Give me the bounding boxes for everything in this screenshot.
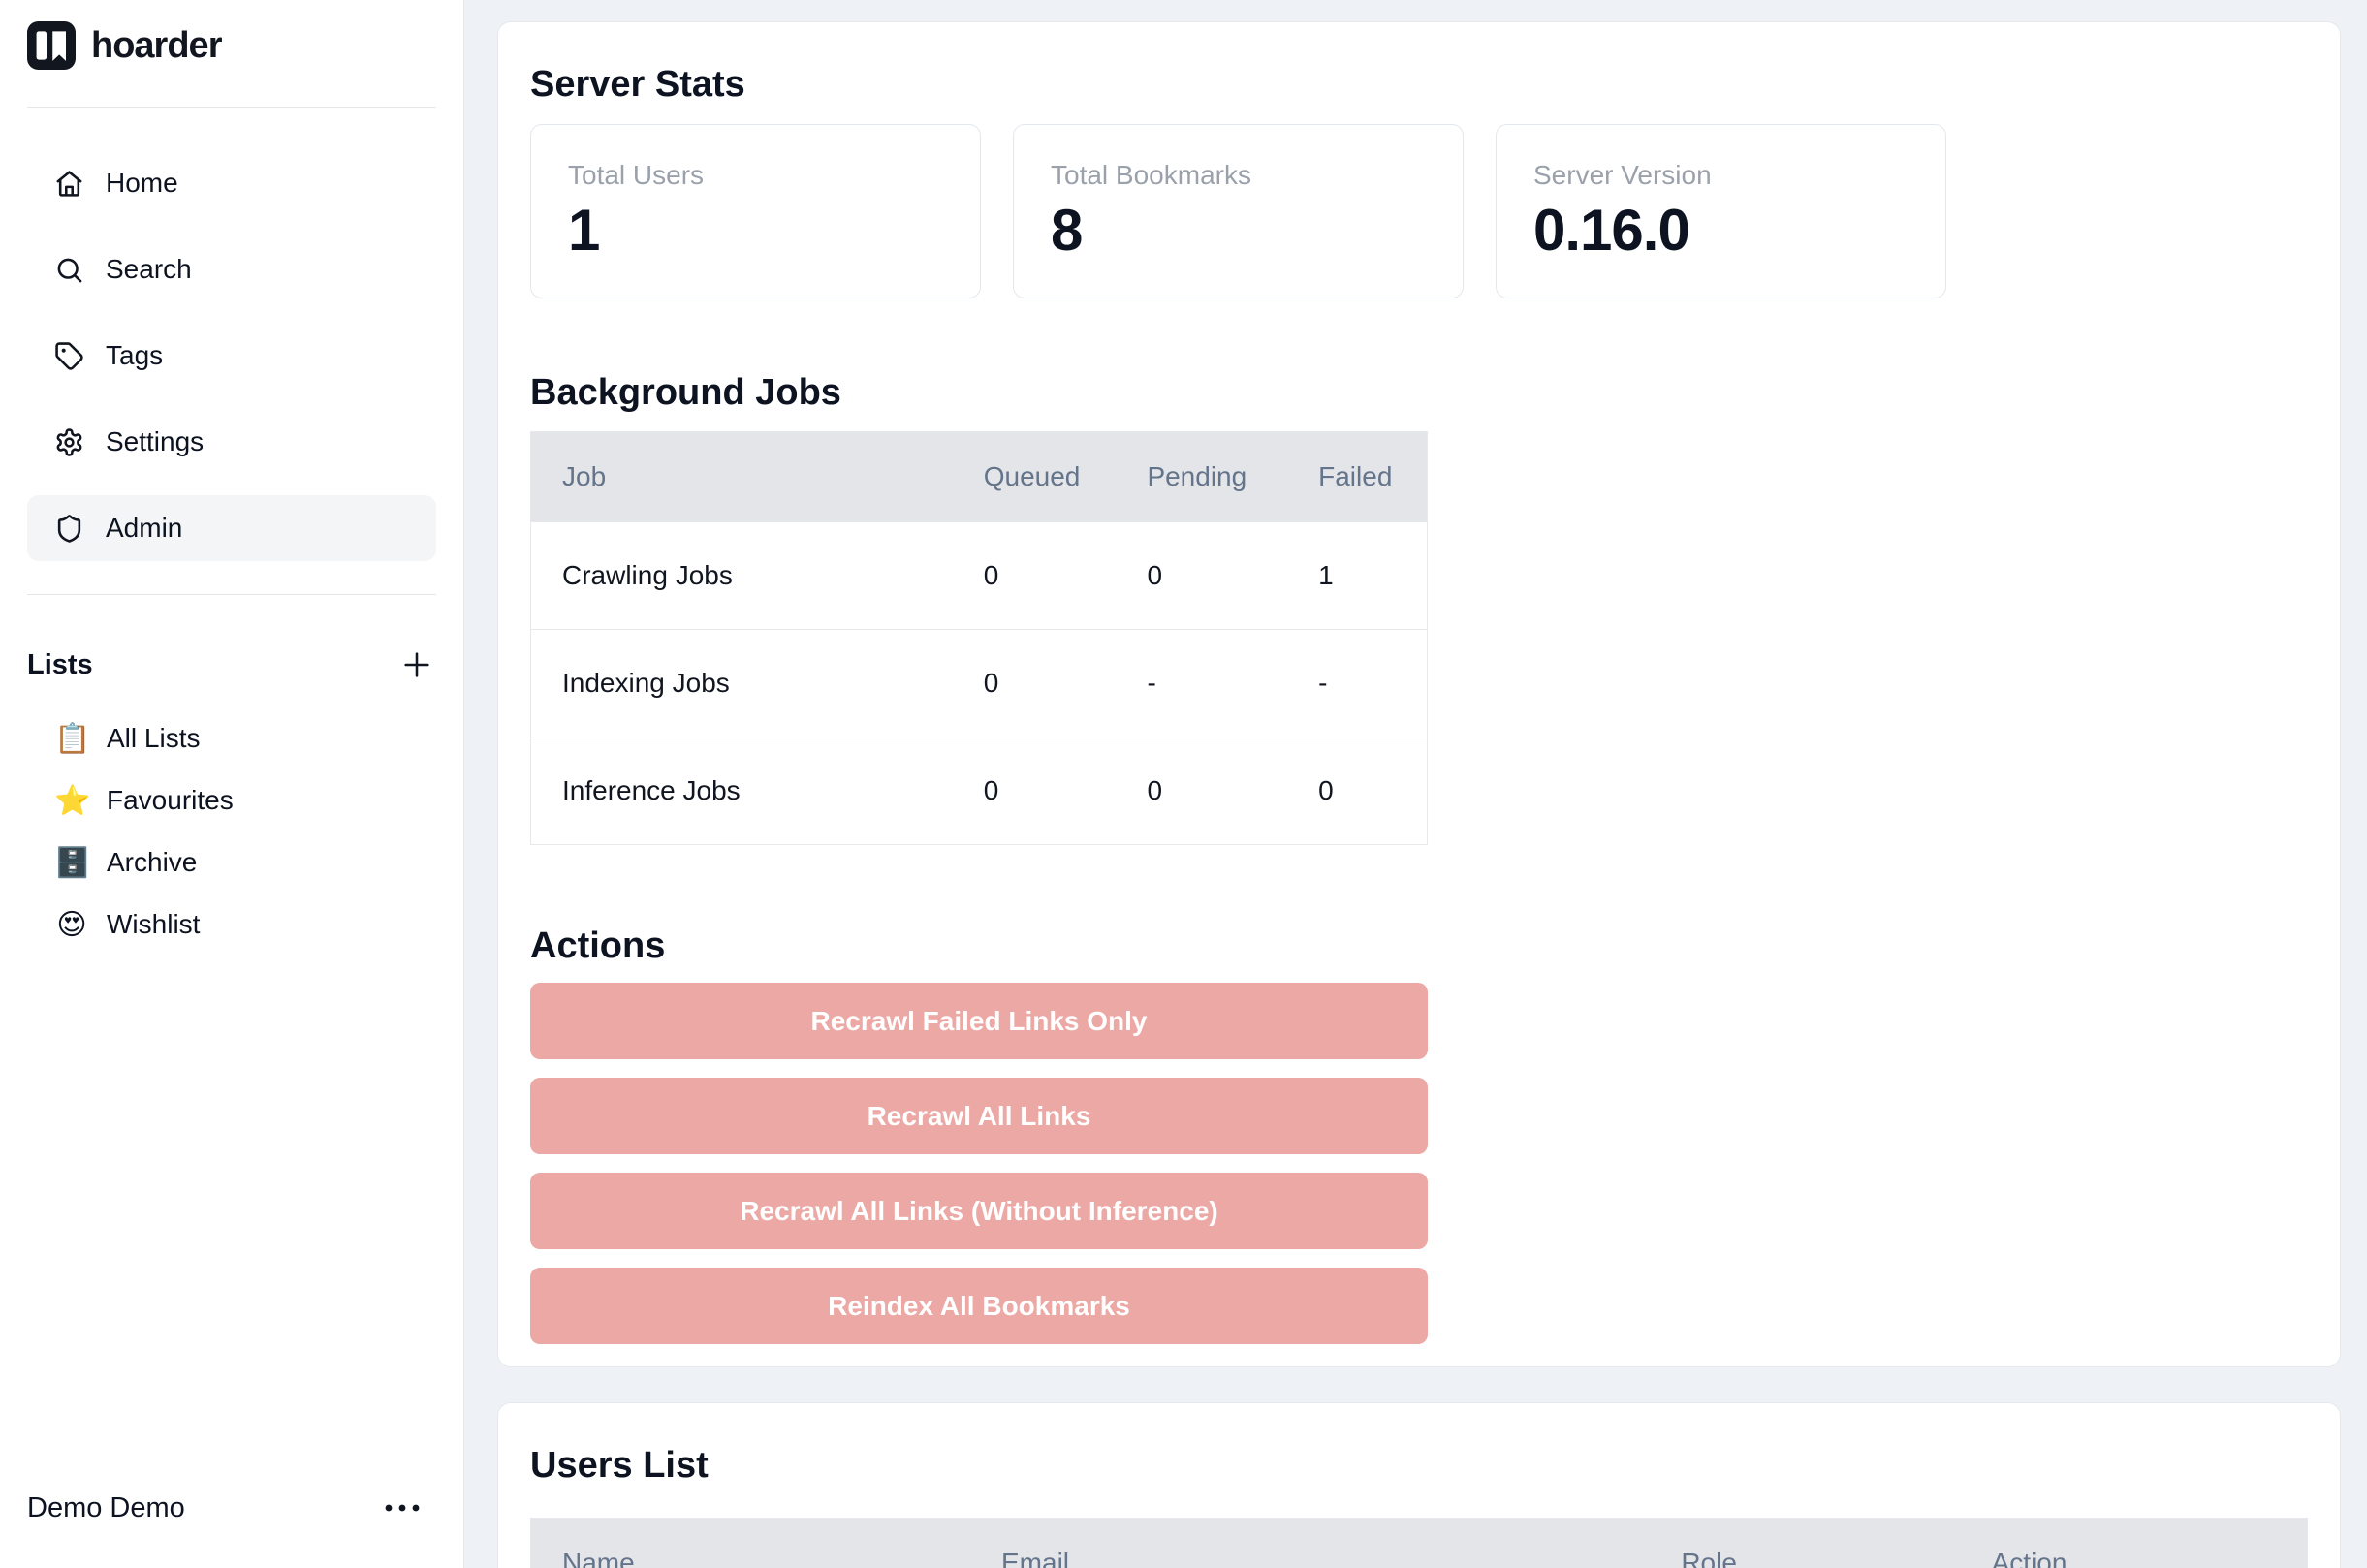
job-failed: - — [1318, 630, 1427, 737]
app-title: hoarder — [91, 25, 221, 67]
recrawl-failed-links-button[interactable]: Recrawl Failed Links Only — [530, 983, 1428, 1059]
table-header-row: Job Queued Pending Failed — [531, 432, 1427, 522]
sidebar-item-label: Search — [106, 254, 192, 285]
hoarder-logo-icon — [27, 21, 76, 70]
lists-header: Lists — [27, 642, 436, 688]
list-item-label: All Lists — [107, 723, 200, 754]
users-list-card: Users List Name Email Role Action — [497, 1402, 2341, 1568]
search-icon — [54, 255, 84, 285]
sidebar-item-settings[interactable]: Settings — [27, 409, 436, 475]
sidebar-item-label: Home — [106, 168, 178, 199]
column-header: Role — [1681, 1519, 1991, 1568]
recrawl-all-links-button[interactable]: Recrawl All Links — [530, 1078, 1428, 1154]
star-icon: ⭐ — [54, 784, 89, 818]
stat-label: Total Users — [568, 158, 943, 193]
file-cabinet-icon: 🗄️ — [54, 846, 89, 880]
sidebar-item-home[interactable]: Home — [27, 150, 436, 216]
job-failed: 1 — [1318, 522, 1427, 630]
user-name: Demo Demo — [27, 1492, 185, 1524]
table-row: Inference Jobs 0 0 0 — [531, 737, 1427, 845]
sidebar-item-tags[interactable]: Tags — [27, 323, 436, 389]
stat-card-total-users: Total Users 1 — [530, 124, 981, 298]
heart-eyes-icon: 😍 — [54, 908, 89, 942]
job-name: Inference Jobs — [531, 737, 984, 845]
column-header: Name — [531, 1519, 1001, 1568]
users-table: Name Email Role Action — [530, 1518, 2308, 1568]
sidebar-item-admin[interactable]: Admin — [27, 495, 436, 561]
lists-title: Lists — [27, 649, 93, 681]
job-pending: 0 — [1147, 737, 1318, 845]
column-header: Queued — [984, 432, 1148, 522]
list-item-all-lists[interactable]: 📋 All Lists — [27, 707, 436, 769]
column-header: Action — [1992, 1519, 2307, 1568]
sidebar-nav: Home Search Tags Settings — [27, 150, 436, 561]
list-item-favourites[interactable]: ⭐ Favourites — [27, 769, 436, 831]
server-stats-title: Server Stats — [530, 61, 2308, 108]
server-stats-cards: Total Users 1 Total Bookmarks 8 Server V… — [530, 124, 2308, 298]
job-queued: 0 — [984, 630, 1148, 737]
job-name: Crawling Jobs — [531, 522, 984, 630]
sidebar-item-label: Tags — [106, 340, 163, 371]
list-item-wishlist[interactable]: 😍 Wishlist — [27, 894, 436, 956]
actions-buttons: Recrawl Failed Links Only Recrawl All Li… — [530, 983, 1428, 1344]
background-jobs-title: Background Jobs — [530, 369, 2308, 416]
user-menu-row: Demo Demo — [27, 1487, 436, 1529]
admin-panel-card: Server Stats Total Users 1 Total Bookmar… — [497, 21, 2341, 1367]
sidebar: hoarder Home Search Tags — [0, 0, 464, 1568]
job-pending: 0 — [1147, 522, 1318, 630]
column-header: Failed — [1318, 432, 1427, 522]
gear-icon — [54, 427, 84, 457]
sidebar-item-label: Settings — [106, 426, 204, 457]
list-item-label: Wishlist — [107, 909, 200, 940]
sidebar-item-search[interactable]: Search — [27, 236, 436, 302]
recrawl-all-links-without-inference-button[interactable]: Recrawl All Links (Without Inference) — [530, 1173, 1428, 1249]
lists: 📋 All Lists ⭐ Favourites 🗄️ Archive 😍 Wi… — [27, 707, 436, 956]
column-header: Email — [1001, 1519, 1681, 1568]
table-header-row: Name Email Role Action — [531, 1519, 2307, 1568]
ellipsis-icon — [382, 1501, 423, 1515]
stat-card-total-bookmarks: Total Bookmarks 8 — [1013, 124, 1464, 298]
shield-icon — [54, 514, 84, 544]
stat-label: Server Version — [1533, 158, 1909, 193]
reindex-all-bookmarks-button[interactable]: Reindex All Bookmarks — [530, 1268, 1428, 1344]
column-header: Job — [531, 432, 984, 522]
job-failed: 0 — [1318, 737, 1427, 845]
stat-value: 0.16.0 — [1533, 199, 1909, 263]
job-queued: 0 — [984, 522, 1148, 630]
app-logo[interactable]: hoarder — [27, 21, 436, 70]
main-content: Server Stats Total Users 1 Total Bookmar… — [464, 0, 2367, 1568]
job-name: Indexing Jobs — [531, 630, 984, 737]
table-row: Crawling Jobs 0 0 1 — [531, 522, 1427, 630]
stat-value: 1 — [568, 199, 943, 263]
users-list-title: Users List — [530, 1442, 2308, 1489]
actions-title: Actions — [530, 923, 2308, 969]
list-item-archive[interactable]: 🗄️ Archive — [27, 831, 436, 894]
home-icon — [54, 169, 84, 199]
column-header: Pending — [1147, 432, 1318, 522]
user-options-button[interactable] — [382, 1501, 423, 1515]
table-row: Indexing Jobs 0 - - — [531, 630, 1427, 737]
list-item-label: Archive — [107, 847, 197, 878]
job-queued: 0 — [984, 737, 1148, 845]
add-list-button[interactable] — [397, 645, 436, 684]
stat-label: Total Bookmarks — [1051, 158, 1426, 193]
background-jobs-table: Job Queued Pending Failed Crawling Jobs … — [530, 431, 1428, 845]
job-pending: - — [1147, 630, 1318, 737]
sidebar-divider — [27, 107, 436, 108]
list-item-label: Favourites — [107, 785, 234, 816]
sidebar-divider — [27, 594, 436, 595]
plus-icon — [400, 648, 433, 681]
tag-icon — [54, 341, 84, 371]
sidebar-item-label: Admin — [106, 513, 182, 544]
clipboard-icon: 📋 — [54, 722, 89, 756]
stat-value: 8 — [1051, 199, 1426, 263]
stat-card-server-version: Server Version 0.16.0 — [1496, 124, 1946, 298]
